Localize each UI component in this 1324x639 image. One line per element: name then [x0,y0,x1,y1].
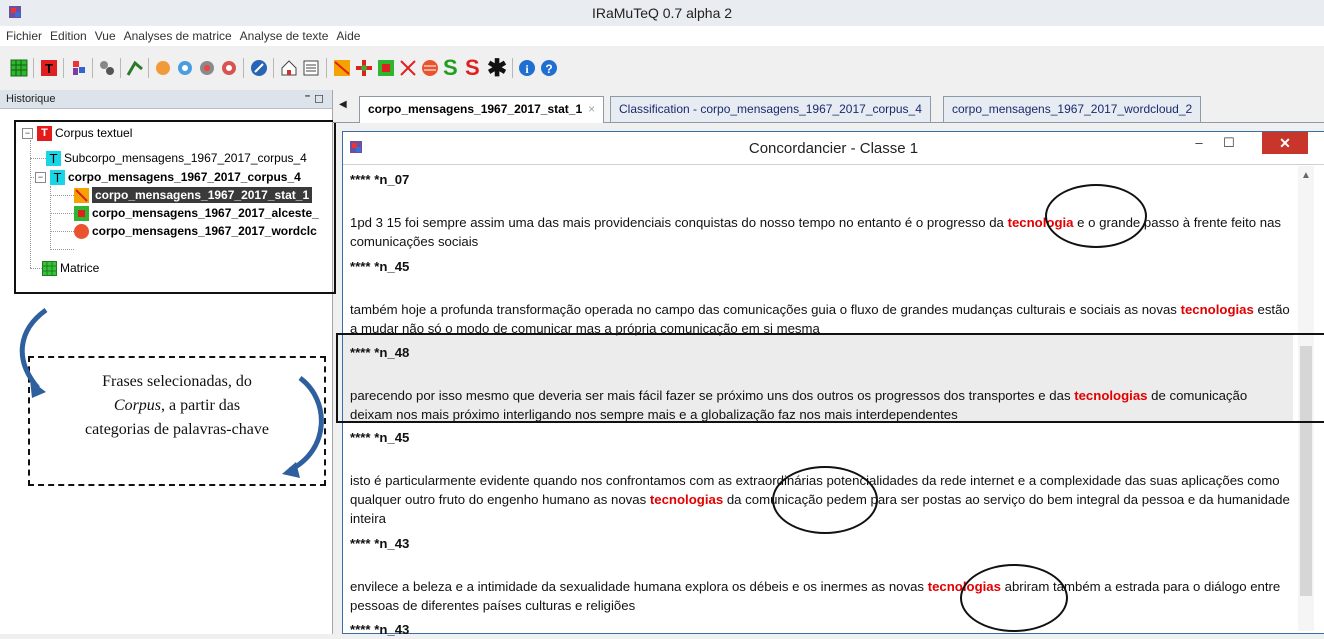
entry-pre: 1pd 3 15 foi sempre assim uma das mais p… [350,215,1008,230]
keyword: tecnologias [649,492,724,507]
curved-arrow-left [19,307,48,390]
entry-header-text: **** *n_45 [350,430,410,445]
tab-label: corpo_mensagens_1967_2017_wordcloud_2 [952,102,1193,116]
tab-scroll-left-icon[interactable]: ◀ [339,99,347,110]
entry-header: **** *n_45 [350,257,1290,276]
entry-header-text: **** *n_45 [350,259,410,274]
entry-text: 1pd 3 15 foi sempre assim uma das mais p… [350,213,1290,251]
tab-wordcloud-2[interactable]: corpo_mensagens_1967_2017_wordcloud_2 [943,96,1202,122]
annotation-oval-1 [1045,184,1147,248]
tab-label: corpo_mensagens_1967_2017_stat_1 [368,102,583,116]
entry-header: **** *n_07 [350,170,1290,189]
arrow-head-left [30,380,46,398]
tab-classification[interactable]: Classification - corpo_mensagens_1967_20… [610,96,931,122]
entry-text: envilece a beleza e a intimidade da sexu… [350,577,1290,615]
keyword: tecnologias [1180,302,1254,317]
entry-header-text: **** *n_43 [350,536,410,551]
minimize-icon[interactable]: – [1184,132,1214,156]
curved-arrow-right [288,375,324,473]
concordancer-title: Concordancier - Classe 1 [748,140,919,157]
entry-header-text: **** *n_07 [350,172,410,187]
tab-stat-1[interactable]: corpo_mensagens_1967_2017_stat_1 × [359,96,605,123]
entry-header: **** *n_45 [350,428,1290,447]
close-button[interactable]: ✕ [1262,132,1308,154]
tab-label: Classification - corpo_mensagens_1967_20… [619,102,922,116]
tab-bar: ◀ corpo_mensagens_1967_2017_stat_1 × Clas… [333,90,1324,123]
entry-header: **** *n_43 [350,534,1290,553]
close-icon[interactable]: × [588,102,595,116]
concordancer-titlebar: Concordancier - Classe 1 – ☐ ✕ [343,132,1324,165]
entry-header: **** *n_43 [350,620,1290,639]
entry-pre: envilece a beleza e a intimidade da sexu… [350,579,928,594]
annotation-oval-2 [772,466,878,534]
maximize-icon[interactable]: ☐ [1214,132,1244,156]
scroll-up-icon[interactable]: ▲ [1301,170,1311,181]
annotation-oval-3 [960,564,1068,632]
annotation-box-n48 [336,333,1324,423]
entry-header-text: **** *n_43 [350,622,410,637]
entry-pre: também hoje a profunda transformação ope… [350,302,1181,317]
